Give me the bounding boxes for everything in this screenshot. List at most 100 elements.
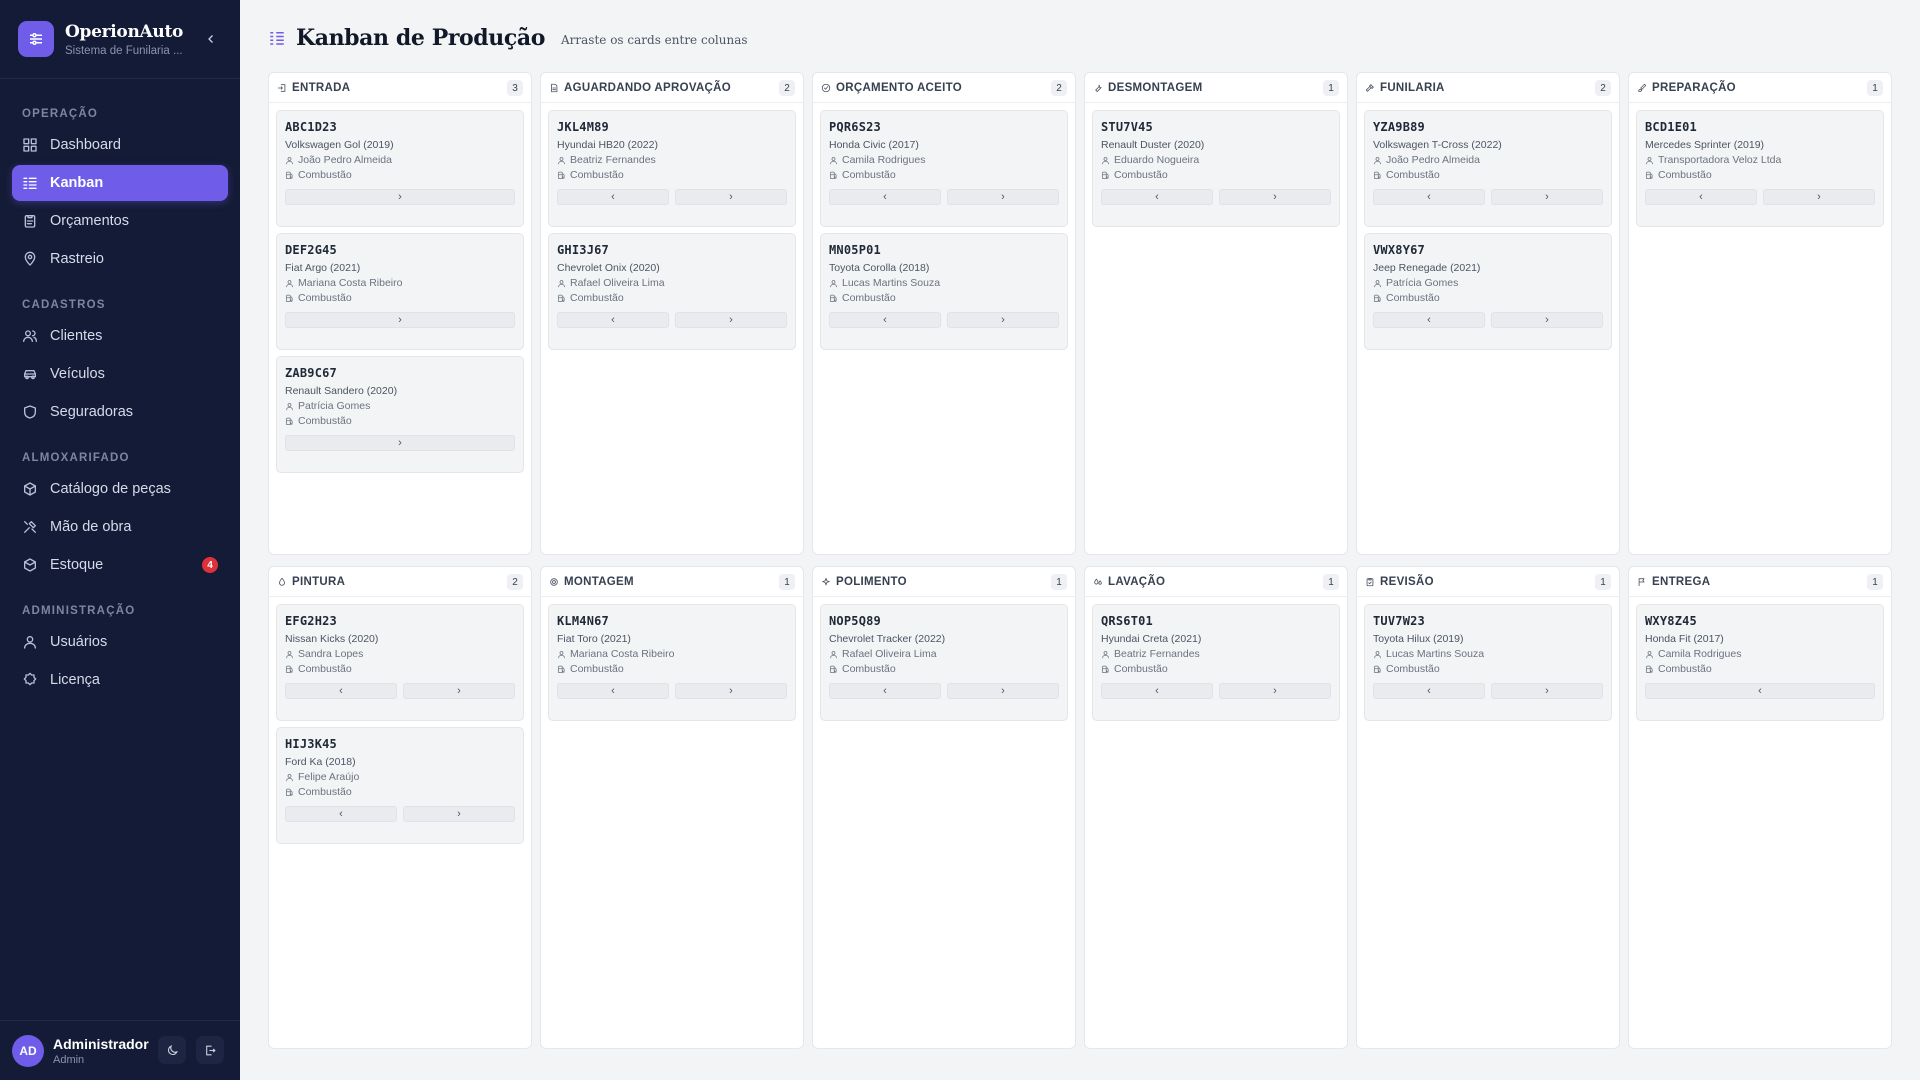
logout-icon [205, 1045, 216, 1055]
kanban-card[interactable]: BCD1E01 Mercedes Sprinter (2019) Transport… [1636, 110, 1884, 227]
card-list: JKL4M89 Hyundai HB20 (2022) Beatriz Fernan… [541, 103, 803, 363]
logo-icon [30, 33, 42, 45]
sidebar-item-rastreio[interactable]: Rastreio [12, 241, 228, 277]
sidebar-item-licenca[interactable]: Licença [12, 662, 228, 698]
sidebar-item-usuarios[interactable]: Usuários [12, 624, 228, 660]
card-actions: ‹ › [1101, 683, 1331, 699]
kanban-card[interactable]: PQR6S23 Honda Civic (2017) Camila Rodrigue… [820, 110, 1068, 227]
move-left-button[interactable]: ‹ [1373, 189, 1485, 205]
card-actions: ‹ › [1373, 189, 1603, 205]
kanban-column[interactable]: ENTREGA 1 WXY8Z45 Honda Fit (2017) Camila Ro… [1628, 566, 1892, 1049]
kanban-card[interactable]: EFG2H23 Nissan Kicks (2020) Sandra Lopes Co… [276, 604, 524, 721]
move-left-button[interactable]: ‹ [557, 312, 669, 328]
license-plate: EFG2H23 [285, 614, 337, 628]
move-right-button[interactable]: › [947, 312, 1059, 328]
move-right-button[interactable]: › [1219, 189, 1331, 205]
fuel-row: Combustão [829, 292, 1059, 304]
kanban-column[interactable]: FUNILARIA 2 YZA9B89 Volkswagen T-Cross (202… [1356, 72, 1620, 555]
kanban-column[interactable]: ORÇAMENTO ACEITO 2 PQR6S23 Honda Civic (201… [812, 72, 1076, 555]
fuel-pump-icon [558, 665, 565, 673]
sidebar-item-dashboard[interactable]: Dashboard [12, 127, 228, 163]
move-right-button[interactable]: › [1763, 189, 1875, 205]
kanban-column[interactable]: ENTRADA 3 ABC1D23 Volkswagen Gol (2019) João… [268, 72, 532, 555]
user-icon [830, 279, 837, 287]
kanban-card[interactable]: VWX8Y67 Jeep Renegade (2021) Patrícia Gome… [1364, 233, 1612, 350]
move-right-button[interactable]: › [947, 189, 1059, 205]
kanban-card[interactable]: STU7V45 Renault Duster (2020) Eduardo Nogu… [1092, 110, 1340, 227]
move-right-button[interactable]: › [675, 189, 787, 205]
move-left-button[interactable]: ‹ [557, 189, 669, 205]
sidebar-item-estoque[interactable]: Estoque 4 [12, 547, 228, 583]
card-actions: ‹ › [285, 683, 515, 699]
logout-button[interactable] [196, 1036, 224, 1064]
move-right-button[interactable]: › [285, 435, 515, 451]
move-left-button[interactable]: ‹ [1373, 683, 1485, 699]
kanban-card[interactable]: MN05P01 Toyota Corolla (2018) Lucas Martin… [820, 233, 1068, 350]
sidebar-item-catalogo-de-pecas[interactable]: Catálogo de peças [12, 471, 228, 507]
sidebar-item-veiculos[interactable]: Veículos [12, 356, 228, 392]
move-right-button[interactable]: › [675, 312, 787, 328]
kanban-card[interactable]: WXY8Z45 Honda Fit (2017) Camila Rodrigues C… [1636, 604, 1884, 721]
kanban-card[interactable]: ZAB9C67 Renault Sandero (2020) Patrícia Go… [276, 356, 524, 473]
kanban-card[interactable]: TUV7W23 Toyota Hilux (2019) Lucas Martins … [1364, 604, 1612, 721]
kanban-card[interactable]: YZA9B89 Volkswagen T-Cross (2022) João Ped… [1364, 110, 1612, 227]
move-left-button[interactable]: ‹ [1645, 189, 1757, 205]
sidebar-item-mao-de-obra[interactable]: Mão de obra [12, 509, 228, 545]
move-right-button[interactable]: › [675, 683, 787, 699]
kanban-card[interactable]: QRS6T01 Hyundai Creta (2021) Beatriz Ferna… [1092, 604, 1340, 721]
move-right-button[interactable]: › [947, 683, 1059, 699]
fuel-type: Combustão [1386, 663, 1440, 675]
move-left-button[interactable]: ‹ [1645, 683, 1875, 699]
kanban-card[interactable]: KLM4N67 Fiat Toro (2021) Mariana Costa Rib… [548, 604, 796, 721]
move-left-button[interactable]: ‹ [829, 312, 941, 328]
chevron-right-icon: › [1817, 191, 1821, 203]
move-right-button[interactable]: › [403, 683, 515, 699]
move-left-button[interactable]: ‹ [1101, 683, 1213, 699]
sidebar-item-clientes[interactable]: Clientes [12, 318, 228, 354]
kanban-card[interactable]: HIJ3K45 Ford Ka (2018) Felipe Araújo Combus… [276, 727, 524, 844]
move-left-button[interactable]: ‹ [285, 683, 397, 699]
collapse-sidebar-button[interactable] [202, 30, 220, 48]
sidebar-item-orcamentos[interactable]: Orçamentos [12, 203, 228, 239]
move-left-button[interactable]: ‹ [285, 806, 397, 822]
move-right-button[interactable]: › [1491, 189, 1603, 205]
move-right-button[interactable]: › [1491, 312, 1603, 328]
app-logo[interactable] [18, 21, 54, 57]
kanban-column[interactable]: PINTURA 2 EFG2H23 Nissan Kicks (2020) Sandra… [268, 566, 532, 1049]
kanban-column[interactable]: PREPARAÇÃO 1 BCD1E01 Mercedes Sprinter (201… [1628, 72, 1892, 555]
vehicle-model: Chevrolet Onix (2020) [557, 262, 660, 274]
move-left-button[interactable]: ‹ [1101, 189, 1213, 205]
kanban-column[interactable]: DESMONTAGEM 1 STU7V45 Renault Duster (2020)… [1084, 72, 1348, 555]
move-right-button[interactable]: › [1491, 683, 1603, 699]
fuel-pump-icon [558, 171, 565, 179]
kanban-column[interactable]: POLIMENTO 1 NOP5Q89 Chevrolet Tracker (2022… [812, 566, 1076, 1049]
avatar[interactable]: AD [12, 1034, 44, 1067]
fuel-type: Combustão [298, 786, 352, 798]
sidebar-item-kanban[interactable]: Kanban [12, 165, 228, 201]
theme-toggle-button[interactable] [158, 1036, 186, 1064]
kanban-column[interactable]: LAVAÇÃO 1 QRS6T01 Hyundai Creta (2021) Beatr… [1084, 566, 1348, 1049]
kanban-column[interactable]: REVISÃO 1 TUV7W23 Toyota Hilux (2019) Lucas … [1356, 566, 1620, 1049]
move-right-button[interactable]: › [285, 312, 515, 328]
move-left-button[interactable]: ‹ [829, 189, 941, 205]
move-right-button[interactable]: › [285, 189, 515, 205]
fuel-row: Combustão [285, 415, 515, 427]
kanban-card[interactable]: ABC1D23 Volkswagen Gol (2019) João Pedro A… [276, 110, 524, 227]
sidebar-item-seguradoras[interactable]: Seguradoras [12, 394, 228, 430]
login-icon [277, 83, 286, 92]
kanban-card[interactable]: JKL4M89 Hyundai HB20 (2022) Beatriz Fernan… [548, 110, 796, 227]
move-left-button[interactable]: ‹ [1373, 312, 1485, 328]
column-header: FUNILARIA 2 [1357, 73, 1619, 103]
move-left-button[interactable]: ‹ [829, 683, 941, 699]
move-right-button[interactable]: › [1219, 683, 1331, 699]
move-right-button[interactable]: › [403, 806, 515, 822]
kanban-card[interactable]: DEF2G45 Fiat Argo (2021) Mariana Costa Rib… [276, 233, 524, 350]
kanban-column[interactable]: AGUARDANDO APROVAÇÃO 2 JKL4M89 Hyundai HB20… [540, 72, 804, 555]
kanban-card[interactable]: NOP5Q89 Chevrolet Tracker (2022) Rafael Ol… [820, 604, 1068, 721]
card-actions: ‹ › [1645, 189, 1875, 205]
move-left-button[interactable]: ‹ [557, 683, 669, 699]
license-plate: QRS6T01 [1101, 614, 1153, 628]
license-plate: GHI3J67 [557, 243, 609, 257]
kanban-column[interactable]: MONTAGEM 1 KLM4N67 Fiat Toro (2021) Mariana … [540, 566, 804, 1049]
kanban-card[interactable]: GHI3J67 Chevrolet Onix (2020) Rafael Olive… [548, 233, 796, 350]
